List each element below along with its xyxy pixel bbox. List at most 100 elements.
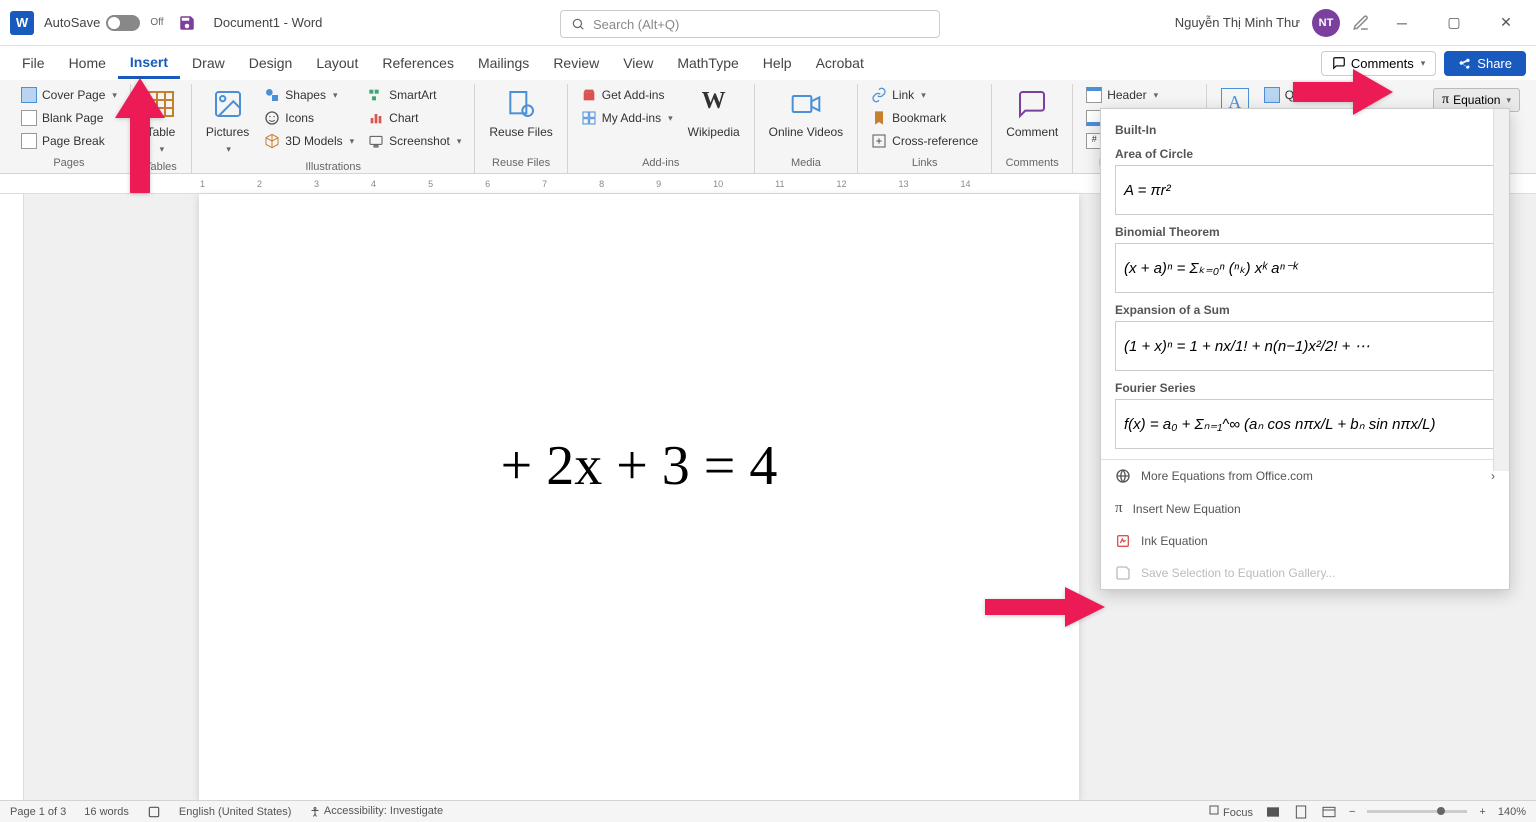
- status-language[interactable]: English (United States): [179, 806, 292, 818]
- eq-item-title: Fourier Series: [1115, 381, 1495, 395]
- web-layout-icon[interactable]: [1321, 804, 1337, 820]
- search-placeholder: Search (Alt+Q): [593, 17, 679, 32]
- shapes-button[interactable]: Shapes▾: [259, 84, 359, 106]
- vertical-ruler[interactable]: [0, 194, 24, 800]
- pi-icon: π: [1115, 500, 1123, 517]
- reuse-files-button[interactable]: Reuse Files: [483, 84, 558, 143]
- online-videos-button[interactable]: Online Videos: [763, 84, 850, 143]
- status-words[interactable]: 16 words: [84, 806, 129, 818]
- chevron-down-icon: ▾: [1421, 58, 1426, 69]
- screenshot-icon: [368, 133, 384, 149]
- save-icon[interactable]: [178, 14, 196, 32]
- print-layout-icon[interactable]: [1293, 804, 1309, 820]
- equation-content[interactable]: + 2x + 3 = 4: [501, 434, 778, 498]
- document-page[interactable]: + 2x + 3 = 4: [199, 194, 1079, 800]
- autosave-toggle[interactable]: [106, 15, 140, 31]
- blank-page-button[interactable]: Blank Page: [16, 107, 122, 129]
- equation-dropdown-panel: Built-In Area of Circle A = πr² Binomial…: [1100, 108, 1510, 590]
- tab-help[interactable]: Help: [751, 49, 804, 77]
- wikipedia-button[interactable]: W Wikipedia: [682, 84, 746, 143]
- tab-home[interactable]: Home: [57, 49, 118, 77]
- comment-icon: [1016, 88, 1048, 120]
- zoom-out-button[interactable]: −: [1349, 806, 1355, 818]
- store-icon: [581, 87, 597, 103]
- icons-button[interactable]: Icons: [259, 107, 359, 129]
- search-box[interactable]: Search (Alt+Q): [560, 10, 940, 38]
- icons-icon: [264, 110, 280, 126]
- eq-panel-scrollbar[interactable]: [1493, 109, 1509, 471]
- xref-icon: [871, 133, 887, 149]
- chart-button[interactable]: Chart: [363, 107, 466, 129]
- close-button[interactable]: ✕: [1486, 8, 1526, 38]
- spellcheck-icon[interactable]: [147, 805, 161, 819]
- share-button[interactable]: Share: [1444, 51, 1526, 76]
- eq-item-title: Expansion of a Sum: [1115, 303, 1495, 317]
- bookmark-icon: [871, 110, 887, 126]
- ink-equation-button[interactable]: Ink Equation: [1101, 525, 1509, 557]
- tab-design[interactable]: Design: [237, 49, 305, 77]
- tab-references[interactable]: References: [370, 49, 466, 77]
- comment-button[interactable]: Comment: [1000, 84, 1064, 143]
- screenshot-button[interactable]: Screenshot▾: [363, 130, 466, 152]
- smartart-icon: [368, 87, 384, 103]
- status-focus[interactable]: Focus: [1208, 804, 1253, 819]
- tab-mailings[interactable]: Mailings: [466, 49, 541, 77]
- cross-reference-button[interactable]: Cross-reference: [866, 130, 983, 152]
- group-media: Online Videos Media: [755, 84, 859, 173]
- header-button[interactable]: Header▾: [1081, 84, 1198, 106]
- save-selection-button: Save Selection to Equation Gallery...: [1101, 557, 1509, 589]
- video-icon: [790, 88, 822, 120]
- link-icon: [871, 87, 887, 103]
- eq-item-expansion[interactable]: (1 + x)ⁿ = 1 + nx/1! + n(n−1)x²/2! + ⋯: [1115, 321, 1495, 371]
- search-icon: [571, 17, 585, 31]
- chevron-right-icon: ›: [1491, 469, 1495, 483]
- autosave-label: AutoSave: [44, 15, 100, 30]
- status-page[interactable]: Page 1 of 3: [10, 806, 66, 818]
- minimize-button[interactable]: ─: [1382, 8, 1422, 38]
- zoom-level[interactable]: 140%: [1498, 806, 1526, 818]
- smartart-button[interactable]: SmartArt: [363, 84, 466, 106]
- cover-page-button[interactable]: Cover Page▾: [16, 84, 122, 106]
- zoom-slider[interactable]: [1367, 810, 1467, 813]
- zoom-in-button[interactable]: +: [1479, 806, 1485, 818]
- builtin-section-label: Built-In: [1115, 123, 1495, 137]
- tab-review[interactable]: Review: [541, 49, 611, 77]
- status-bar: Page 1 of 3 16 words English (United Sta…: [0, 800, 1536, 822]
- word-app-icon: W: [10, 11, 34, 35]
- eq-item-area-circle[interactable]: A = πr²: [1115, 165, 1495, 215]
- get-addins-button[interactable]: Get Add-ins: [576, 84, 678, 106]
- group-links: Link▾ Bookmark Cross-reference Links: [858, 84, 992, 173]
- eq-item-binomial[interactable]: (x + a)ⁿ = Σₖ₌₀ⁿ (ⁿₖ) xᵏ aⁿ⁻ᵏ: [1115, 243, 1495, 293]
- share-icon: [1458, 56, 1472, 70]
- tab-acrobat[interactable]: Acrobat: [804, 49, 876, 77]
- eq-item-fourier[interactable]: f(x) = a₀ + Σₙ₌₁^∞ (aₙ cos nπx/L + bₙ si…: [1115, 399, 1495, 449]
- tab-layout[interactable]: Layout: [304, 49, 370, 77]
- pen-icon[interactable]: [1352, 14, 1370, 32]
- maximize-button[interactable]: ▢: [1434, 8, 1474, 38]
- tab-draw[interactable]: Draw: [180, 49, 237, 77]
- avatar[interactable]: NT: [1312, 9, 1340, 37]
- my-addins-button[interactable]: My Add-ins▾: [576, 107, 678, 129]
- insert-new-equation-button[interactable]: π Insert New Equation: [1101, 492, 1509, 525]
- wikipedia-icon: W: [698, 88, 730, 120]
- user-name: Nguyễn Thị Minh Thư: [1175, 15, 1300, 30]
- pictures-button[interactable]: Pictures▾: [200, 84, 255, 159]
- status-accessibility[interactable]: Accessibility: Investigate: [309, 805, 443, 817]
- tab-file[interactable]: File: [10, 49, 57, 77]
- autosave-state: Off: [150, 17, 163, 28]
- 3d-models-icon: [264, 133, 280, 149]
- eq-item-title: Binomial Theorem: [1115, 225, 1495, 239]
- page-break-button[interactable]: Page Break: [16, 130, 122, 152]
- group-reuse: Reuse Files Reuse Files: [475, 84, 567, 173]
- tab-mathtype[interactable]: MathType: [665, 49, 750, 77]
- ink-icon: [1115, 533, 1131, 549]
- tab-insert[interactable]: Insert: [118, 48, 180, 79]
- document-title: Document1 - Word: [214, 15, 323, 30]
- read-mode-icon[interactable]: [1265, 804, 1281, 820]
- globe-icon: [1115, 468, 1131, 484]
- more-equations-button[interactable]: More Equations from Office.com ›: [1101, 460, 1509, 492]
- 3d-models-button[interactable]: 3D Models▾: [259, 130, 359, 152]
- bookmark-button[interactable]: Bookmark: [866, 107, 983, 129]
- tab-view[interactable]: View: [611, 49, 665, 77]
- link-button[interactable]: Link▾: [866, 84, 983, 106]
